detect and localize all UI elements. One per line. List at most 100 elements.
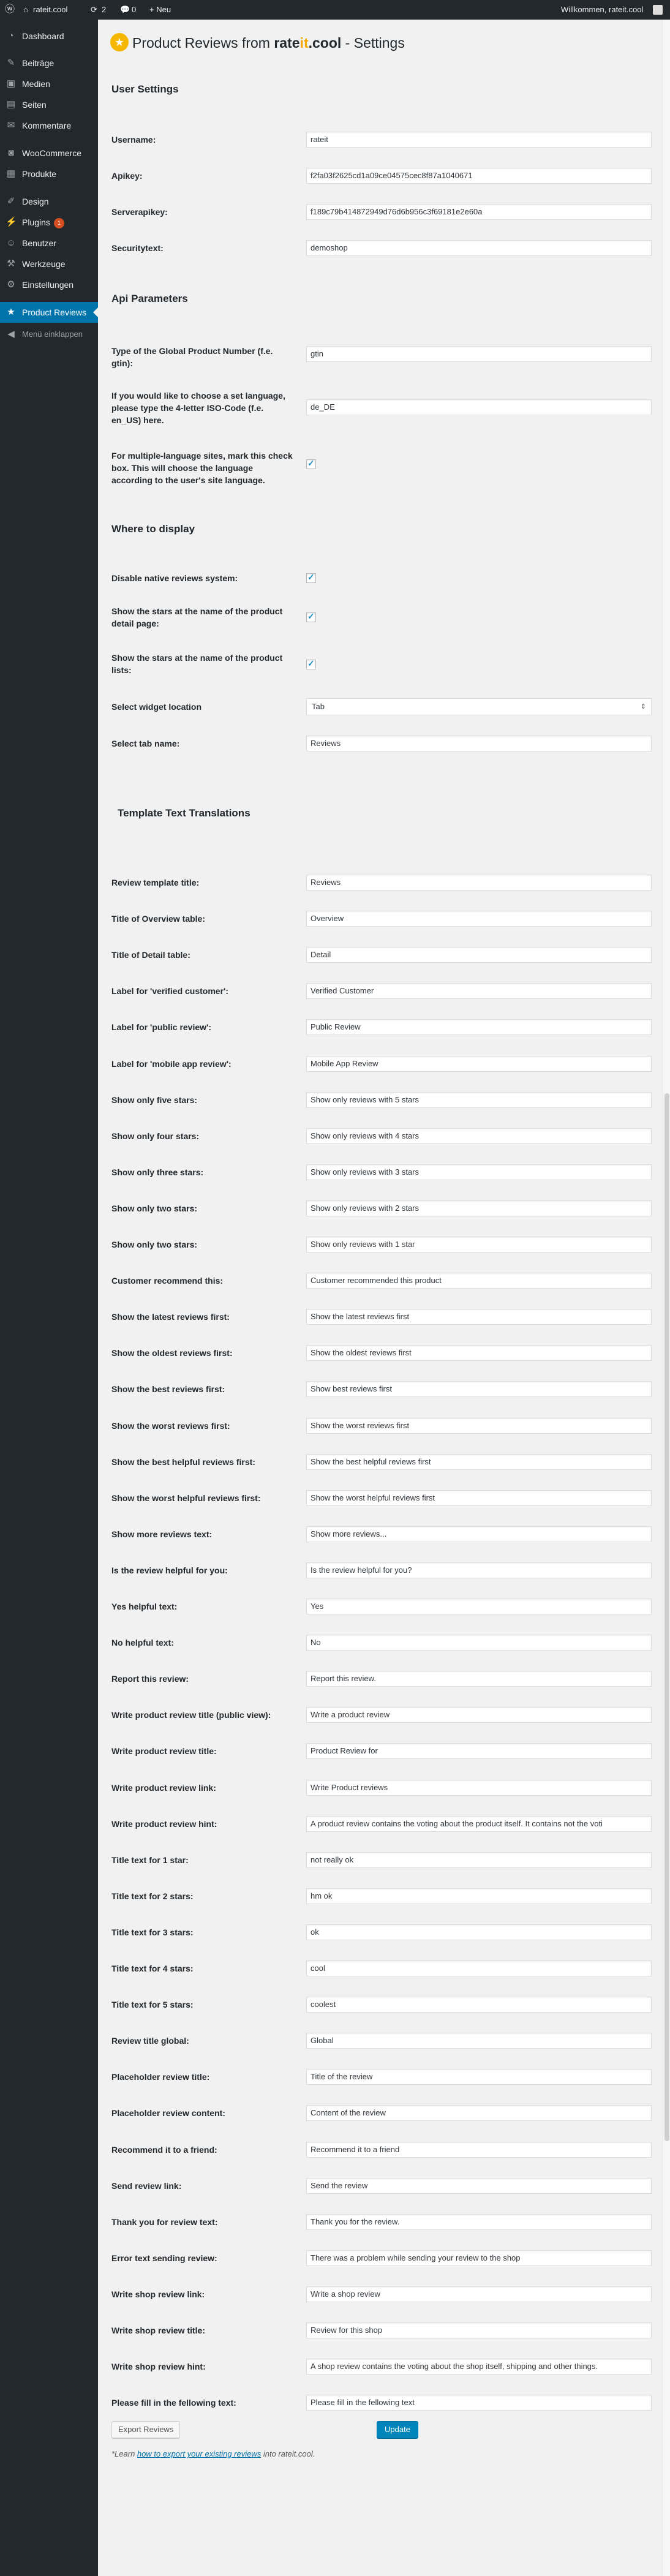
apikey-field[interactable]: f2fa03f2625cd1a09ce04575cec8f87a1040671 xyxy=(306,168,652,184)
home-icon[interactable]: ⌂ xyxy=(23,0,28,20)
page-scrollbar[interactable] xyxy=(663,20,670,2576)
translation-field[interactable]: Content of the review xyxy=(306,2105,652,2121)
export-reviews-button[interactable]: Export Reviews xyxy=(111,2421,181,2438)
export-help-link[interactable]: how to export your existing reviews xyxy=(137,2449,261,2458)
translation-field[interactable]: Report this review. xyxy=(306,1671,652,1687)
translation-field[interactable]: No xyxy=(306,1635,652,1651)
wordpress-logo-icon[interactable]: ⓦ xyxy=(5,0,15,20)
translation-label: Title of Detail table: xyxy=(111,950,190,960)
translation-field[interactable]: Show only reviews with 5 stars xyxy=(306,1092,652,1108)
section-title-where-to-display: Where to display xyxy=(111,523,195,535)
tab-name-field[interactable]: Reviews xyxy=(306,736,652,751)
translation-field[interactable]: Show more reviews... xyxy=(306,1526,652,1542)
translation-field[interactable]: not really ok xyxy=(306,1852,652,1868)
translation-field[interactable]: Show the worst reviews first xyxy=(306,1418,652,1434)
site-name-link[interactable]: rateit.cool xyxy=(33,0,67,20)
translation-label: Report this review: xyxy=(111,1674,189,1684)
translation-label: Write product review hint: xyxy=(111,1819,217,1829)
translation-field[interactable]: Global xyxy=(306,2033,652,2049)
sidebar-item-products[interactable]: ▦ Produkte xyxy=(0,164,98,184)
collapse-menu-button[interactable]: ◀ Menü einklappen xyxy=(0,324,98,345)
translation-label: Placeholder review content: xyxy=(111,2108,225,2118)
sidebar-item-pages[interactable]: ▤ Seiten xyxy=(0,94,98,115)
products-icon: ▦ xyxy=(6,168,16,179)
stars-lists-checkbox[interactable] xyxy=(306,658,316,669)
stars-detail-checkbox[interactable] xyxy=(306,611,316,622)
sidebar-item-settings[interactable]: ⚙ Einstellungen xyxy=(0,274,98,295)
translation-field[interactable]: Show the oldest reviews first xyxy=(306,1345,652,1361)
translation-field[interactable]: Title of the review xyxy=(306,2069,652,2085)
translation-field[interactable]: Yes xyxy=(306,1599,652,1614)
translation-field[interactable]: Is the review helpful for you? xyxy=(306,1562,652,1578)
translation-field[interactable]: Customer recommended this product xyxy=(306,1273,652,1289)
translation-field[interactable]: coolest xyxy=(306,1997,652,2013)
comments-icon[interactable]: 💬 xyxy=(120,0,130,20)
translation-label: Show the worst reviews first: xyxy=(111,1421,230,1431)
translation-field[interactable]: Show best reviews first xyxy=(306,1381,652,1397)
translation-field[interactable]: Write a product review xyxy=(306,1707,652,1723)
greeting-link[interactable]: Willkommen, rateit.cool xyxy=(561,0,643,20)
sidebar-item-woocommerce[interactable]: ◙ WooCommerce xyxy=(0,143,98,164)
settings-icon: ⚙ xyxy=(7,279,15,290)
translation-field[interactable]: A product review contains the voting abo… xyxy=(306,1816,652,1832)
translation-field[interactable]: Public Review xyxy=(306,1019,652,1035)
update-button[interactable]: Update xyxy=(377,2421,418,2438)
plugin-icon: ⚡ xyxy=(6,217,17,227)
translation-field[interactable]: Reviews xyxy=(306,875,652,891)
sidebar-item-product-reviews[interactable]: ★ Product Reviews xyxy=(0,302,98,323)
updates-count[interactable]: 2 xyxy=(102,0,106,20)
widget-location-select[interactable]: Tab ⇕ xyxy=(306,698,652,715)
username-field[interactable]: rateit xyxy=(306,132,652,148)
language-field[interactable]: de_DE xyxy=(306,399,652,415)
translation-field[interactable]: Show the latest reviews first xyxy=(306,1309,652,1325)
sidebar-item-posts[interactable]: ✎ Beiträge xyxy=(0,53,98,73)
serverapikey-field[interactable]: f189c79b414872949d76d6b956c3f69181e2e60a xyxy=(306,204,652,220)
translation-field[interactable]: hm ok xyxy=(306,1888,652,1904)
translation-field[interactable]: Show the best helpful reviews first xyxy=(306,1454,652,1470)
translation-label: Write product review title (public view)… xyxy=(111,1710,271,1720)
sidebar-item-users[interactable]: ☺ Benutzer xyxy=(0,233,98,254)
translation-field[interactable]: There was a problem while sending your r… xyxy=(306,2250,652,2266)
translation-field[interactable]: A shop review contains the voting about … xyxy=(306,2359,652,2375)
translation-field[interactable]: Product Review for xyxy=(306,1743,652,1759)
translation-field[interactable]: Detail xyxy=(306,947,652,963)
translation-field[interactable]: Mobile App Review xyxy=(306,1056,652,1072)
sidebar-item-plugins[interactable]: ⚡ Plugins 1 xyxy=(0,212,98,233)
translation-field[interactable]: Show only reviews with 2 stars xyxy=(306,1200,652,1216)
translation-field[interactable]: Recommend it to a friend xyxy=(306,2142,652,2158)
rateit-logo-icon xyxy=(110,33,129,51)
sidebar-item-comments[interactable]: ✉ Kommentare xyxy=(0,115,98,136)
pages-icon: ▤ xyxy=(6,99,16,110)
scrollbar-thumb[interactable] xyxy=(664,1093,669,2141)
gpn-field[interactable]: gtin xyxy=(306,346,652,362)
translation-field[interactable]: Show only reviews with 1 star xyxy=(306,1237,652,1252)
sidebar-item-media[interactable]: ▣ Medien xyxy=(0,73,98,94)
translation-label: Error text sending review: xyxy=(111,2253,217,2263)
translation-field[interactable]: Show only reviews with 3 stars xyxy=(306,1164,652,1180)
translation-field[interactable]: Write Product reviews xyxy=(306,1780,652,1796)
translation-field[interactable]: cool xyxy=(306,1960,652,1976)
sidebar-item-tools[interactable]: ⚒ Werkzeuge xyxy=(0,254,98,274)
translation-field[interactable]: Review for this shop xyxy=(306,2322,652,2338)
translation-field[interactable]: ok xyxy=(306,1924,652,1940)
sidebar-item-dashboard[interactable]: ◔ Dashboard xyxy=(0,26,98,47)
translation-field[interactable]: Overview xyxy=(306,911,652,927)
multilanguage-checkbox[interactable] xyxy=(306,458,316,469)
translation-field[interactable]: Show the worst helpful reviews first xyxy=(306,1490,652,1506)
select-arrows-icon: ⇕ xyxy=(640,703,646,710)
avatar[interactable] xyxy=(653,5,663,15)
comments-count[interactable]: 0 xyxy=(132,0,136,20)
translation-field[interactable]: Please fill in the fellowing text xyxy=(306,2395,652,2411)
translation-field[interactable]: Verified Customer xyxy=(306,983,652,999)
admin-sidebar: ◔ Dashboard ✎ Beiträge ▣ Medien ▤ Seiten ✉ Ko… xyxy=(0,20,98,2576)
translation-field[interactable]: Send the review xyxy=(306,2178,652,2194)
new-content-link[interactable]: + Neu xyxy=(149,0,171,20)
sidebar-item-design[interactable]: ✐ Design xyxy=(0,191,98,212)
disable-native-checkbox[interactable] xyxy=(306,572,316,583)
translation-field[interactable]: Thank you for the review. xyxy=(306,2214,652,2230)
translation-field[interactable]: Show only reviews with 4 stars xyxy=(306,1128,652,1144)
translation-field[interactable]: Write a shop review xyxy=(306,2286,652,2302)
updates-icon[interactable]: ⟳ xyxy=(91,0,97,20)
securitytext-field[interactable]: demoshop xyxy=(306,240,652,256)
multilanguage-label: For multiple-language sites, mark this c… xyxy=(111,451,293,485)
